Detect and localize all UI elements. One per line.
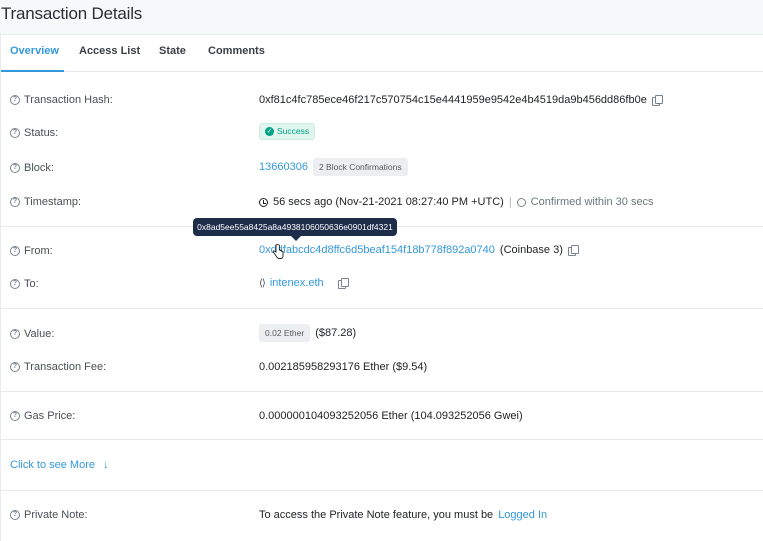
help-icon[interactable]: ?	[10, 279, 20, 289]
status-badge: ✓ Success	[259, 122, 316, 140]
see-more-text: Click to see More	[10, 459, 95, 471]
value-label: ? Value:	[10, 327, 54, 341]
check-circle-icon: ✓	[265, 126, 274, 136]
address-tooltip: 0x8ad5ee55a8425a8a4938106050636e0901df43…	[193, 218, 397, 241]
block-number-link[interactable]: 13660306	[259, 161, 308, 173]
page-title: Transaction Details	[1, 4, 143, 23]
help-icon[interactable]: ?	[10, 163, 20, 173]
timestamp-label-text: Timestamp:	[24, 196, 82, 208]
divider	[1, 391, 763, 392]
private-note-label-text: Private Note:	[24, 509, 88, 521]
timestamp-label: ? Timestamp:	[10, 195, 81, 209]
copy-icon[interactable]	[337, 278, 349, 289]
fee-value: 0.002185958293176 Ether ($9.54)	[259, 360, 427, 374]
timestamp-separator: |	[508, 196, 512, 208]
help-icon[interactable]: ?	[10, 95, 20, 105]
gas-price-label-text: Gas Price:	[24, 410, 76, 422]
transaction-card: Overview Access List State Comments ? Tr…	[0, 34, 763, 541]
timestamp-text: 56 secs ago (Nov-21-2021 08:27:40 PM +UT…	[273, 196, 504, 208]
value-usd: ($87.28)	[315, 327, 357, 339]
block-label-text: Block:	[24, 162, 54, 174]
contract-code-icon: ⟨⟩	[259, 277, 266, 289]
tx-hash-text: 0xf81c4fc785ece46f217c570754c15e4441959e…	[259, 94, 647, 106]
see-more-link[interactable]: Click to see More ↓	[10, 459, 108, 471]
help-icon[interactable]: ?	[10, 246, 20, 256]
private-note-text: To access the Private Note feature, you …	[259, 509, 494, 521]
to-address-link[interactable]: intenex.eth	[270, 277, 324, 289]
value-label-text: Value:	[24, 328, 55, 340]
divider	[1, 439, 763, 440]
fee-label: ? Transaction Fee:	[10, 360, 106, 374]
private-note-label: ? Private Note:	[10, 508, 88, 522]
to-value: ⟨⟩ intenex.eth	[259, 276, 349, 290]
gas-price-label: ? Gas Price:	[10, 409, 75, 423]
arrow-down-icon: ↓	[102, 459, 109, 471]
help-icon[interactable]: ?	[10, 362, 20, 372]
fee-text: 0.002185958293176 Ether ($9.54)	[259, 361, 428, 373]
tab-access-list[interactable]: Access List	[79, 45, 140, 57]
pointer-cursor-icon	[272, 244, 284, 259]
from-value: 0xddfabcdc4d8ffc6d5beaf154f18b778f892a07…	[259, 243, 579, 257]
active-tab-indicator	[1, 70, 64, 72]
status-value: ✓ Success	[259, 122, 316, 140]
from-label-text: From:	[24, 245, 53, 257]
status-text: Success	[277, 126, 310, 136]
ether-amount-badge: 0.02 Ether	[259, 324, 311, 342]
tx-hash-label-text: Transaction Hash:	[24, 94, 113, 106]
block-confirmations-badge: 2 Block Confirmations	[312, 158, 408, 176]
copy-icon[interactable]	[567, 245, 579, 256]
gas-price-text: 0.000000104093252056 Ether (104.09325205…	[259, 410, 523, 422]
tab-overview[interactable]: Overview	[10, 45, 59, 57]
status-label: ? Status:	[10, 126, 58, 140]
tab-bar: Overview Access List State Comments	[1, 35, 763, 72]
value-value: 0.02 Ether ($87.28)	[259, 324, 357, 342]
tab-state[interactable]: State	[159, 45, 186, 57]
divider	[1, 308, 763, 309]
help-icon[interactable]: ?	[10, 197, 20, 207]
from-tag: (Coinbase 3)	[499, 244, 563, 256]
from-label: ? From:	[10, 244, 53, 258]
confirmed-within-text: Confirmed within 30 secs	[530, 196, 654, 208]
fee-label-text: Transaction Fee:	[24, 361, 107, 373]
to-label-text: To:	[24, 278, 39, 290]
clock-icon	[259, 197, 268, 207]
tab-comments[interactable]: Comments	[208, 45, 265, 57]
divider	[1, 490, 763, 491]
to-label: ? To:	[10, 277, 39, 291]
help-icon[interactable]: ?	[10, 329, 20, 339]
help-icon[interactable]: ?	[10, 510, 20, 520]
timestamp-value: 56 secs ago (Nov-21-2021 08:27:40 PM +UT…	[259, 195, 654, 209]
block-label: ? Block:	[10, 161, 54, 175]
help-icon[interactable]: ?	[10, 128, 20, 138]
private-note-value: To access the Private Note feature, you …	[259, 508, 547, 522]
from-address-link[interactable]: 0xddfabcdc4d8ffc6d5beaf154f18b778f892a07…	[259, 244, 495, 256]
tx-hash-label: ? Transaction Hash:	[10, 93, 113, 107]
gas-price-value: 0.000000104093252056 Ether (104.09325205…	[259, 409, 523, 423]
tx-hash-value: 0xf81c4fc785ece46f217c570754c15e4441959e…	[259, 93, 663, 107]
timer-icon	[516, 197, 526, 207]
status-label-text: Status:	[24, 127, 59, 139]
help-icon[interactable]: ?	[10, 411, 20, 421]
login-link[interactable]: Logged In	[498, 509, 547, 521]
block-value: 13660306 2 Block Confirmations	[259, 158, 408, 176]
copy-icon[interactable]	[651, 95, 663, 106]
